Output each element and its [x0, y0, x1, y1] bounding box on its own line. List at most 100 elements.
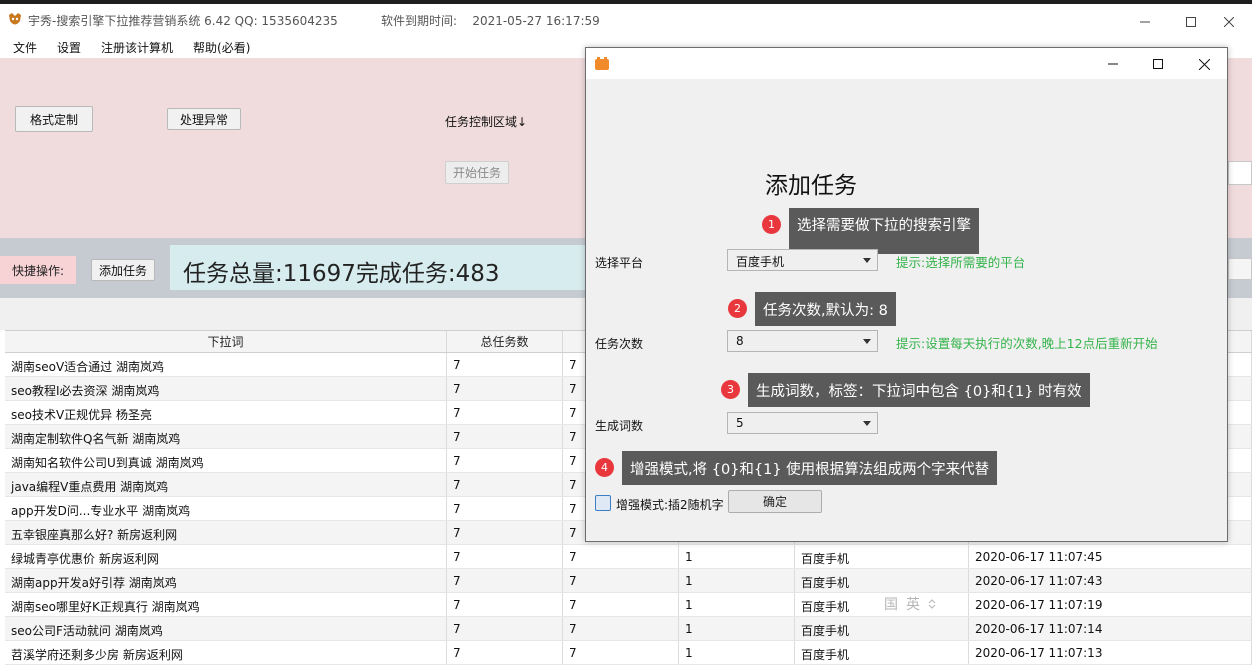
callout-2: 任务次数,默认为: 8: [755, 292, 896, 326]
table-cell: 7: [447, 449, 563, 472]
table-cell: 1: [679, 569, 795, 592]
handle-error-button[interactable]: 处理异常: [167, 108, 241, 130]
table-cell: seo公司F活动就问 湖南岚鸡: [5, 617, 447, 640]
dialog-heading: 添加任务: [765, 173, 857, 199]
table-row[interactable]: 绿城青亭优惠价 新房返利网 7 7 1 百度手机 2020-06-17 11:07:45: [5, 545, 1252, 569]
maximize-icon: [1186, 17, 1196, 27]
table-cell: 7: [447, 473, 563, 496]
side-button[interactable]: [1228, 258, 1252, 280]
callout-3: 生成词数，标签：下拉词中包含 {0}和{1} 时有效: [748, 373, 1090, 407]
add-task-dialog: 添加任务 1 选择需要做下拉的搜索引擎 选择平台 百度手机 提示:选择所需要的平…: [585, 47, 1228, 542]
column-header-total[interactable]: 总任务数: [447, 331, 563, 352]
table-cell: 1: [679, 545, 795, 568]
dropdown-arrow-icon: [863, 339, 871, 344]
expire-value: 2021-05-27 16:17:59: [472, 14, 600, 28]
table-cell: 湖南app开发a好引荐 湖南岚鸡: [5, 569, 447, 592]
table-cell: seo技术V正规优异 杨圣亮: [5, 401, 447, 424]
close-icon: [1198, 58, 1210, 70]
window-title: 宇秀-搜索引擎下拉推荐营销系统 6.42 QQ: 1535604235: [28, 14, 338, 28]
callout-number-1: 1: [762, 215, 781, 234]
dropdown-arrow-icon: [863, 421, 871, 426]
table-row[interactable]: 湖南app开发a好引荐 湖南岚鸡 7 7 1 百度手机 2020-06-17 11:07:…: [5, 569, 1252, 593]
table-cell: 百度手机: [795, 641, 969, 664]
dialog-minimize-button[interactable]: [1091, 51, 1135, 77]
dialog-titlebar: [586, 48, 1227, 79]
words-value: 5: [736, 416, 744, 430]
table-cell: 2020-06-17 11:07:19: [969, 593, 1252, 616]
table-cell: 1: [679, 641, 795, 664]
ime-indicator[interactable]: 国 英: [884, 594, 952, 614]
platform-label: 选择平台: [595, 256, 644, 270]
add-task-button[interactable]: 添加任务: [91, 259, 155, 281]
close-button[interactable]: [1206, 8, 1252, 36]
table-cell: 7: [447, 569, 563, 592]
table-row[interactable]: seo公司F活动就问 湖南岚鸡 7 7 1 百度手机 2020-06-17 11:07:1…: [5, 617, 1252, 641]
menu-register[interactable]: 注册该计算机: [88, 36, 180, 58]
callout-4: 增强模式,将 {0}和{1} 使用根据算法组成两个字来代替: [622, 451, 998, 485]
words-label: 生成词数: [595, 419, 644, 433]
count-label: 任务次数: [595, 337, 644, 351]
menu-settings[interactable]: 设置: [44, 36, 88, 58]
table-cell: app开发D问...专业水平 湖南岚鸡: [5, 497, 447, 520]
table-cell: 7: [563, 545, 679, 568]
table-cell: 7: [447, 641, 563, 664]
table-cell: 绿城青亭优惠价 新房返利网: [5, 545, 447, 568]
dialog-maximize-button[interactable]: [1136, 51, 1180, 77]
platform-select[interactable]: 百度手机: [727, 249, 878, 271]
ime-chinese: 国: [884, 597, 898, 613]
table-row[interactable]: 苕溪学府还剩多少房 新房返利网 7 7 1 百度手机 2020-06-17 11:07:1…: [5, 641, 1252, 665]
count-value: 8: [736, 334, 744, 348]
menu-help[interactable]: 帮助(必看): [180, 36, 257, 58]
menu-file[interactable]: 文件: [0, 36, 44, 58]
platform-hint: 提示:选择所需要的平台: [896, 255, 1026, 270]
count-select[interactable]: 8: [727, 330, 878, 352]
minimize-icon: [1140, 21, 1150, 23]
table-cell: 苕溪学府还剩多少房 新房返利网: [5, 641, 447, 664]
window-titlebar: 宇秀-搜索引擎下拉推荐营销系统 6.42 QQ: 1535604235 软件到期…: [0, 0, 1252, 36]
table-cell: 7: [447, 617, 563, 640]
dropdown-arrow-icon: [863, 258, 871, 263]
table-cell: 湖南seo哪里好K正规真行 湖南岚鸡: [5, 593, 447, 616]
confirm-button[interactable]: 确定: [728, 490, 822, 513]
callout-1: 选择需要做下拉的搜索引擎: [789, 208, 979, 254]
table-cell: 2020-06-17 11:07:13: [969, 641, 1252, 664]
table-cell: 7: [447, 545, 563, 568]
task-stats: 任务总量:11697完成任务:483: [170, 245, 588, 290]
start-task-button[interactable]: 开始任务: [445, 161, 509, 184]
table-cell: 7: [447, 497, 563, 520]
ime-toggle-icon: [928, 599, 936, 609]
table-cell: 7: [563, 593, 679, 616]
words-select[interactable]: 5: [727, 412, 878, 434]
table-cell: 7: [447, 401, 563, 424]
table-cell: 1: [679, 617, 795, 640]
table-cell: java编程V重点费用 湖南岚鸡: [5, 473, 447, 496]
callout-number-2: 2: [728, 299, 747, 318]
table-cell: 7: [563, 569, 679, 592]
table-cell: 2020-06-17 11:07:14: [969, 617, 1252, 640]
count-hint: 提示:设置每天执行的次数,晚上12点后重新开始: [896, 336, 1158, 351]
close-icon: [1224, 17, 1234, 27]
maximize-icon: [1153, 59, 1163, 69]
table-cell: 7: [563, 641, 679, 664]
callout-number-4: 4: [595, 458, 614, 477]
table-cell: 7: [447, 377, 563, 400]
minimize-button[interactable]: [1122, 8, 1168, 36]
platform-value: 百度手机: [736, 255, 785, 269]
table-cell: seo教程I必去资深 湖南岚鸡: [5, 377, 447, 400]
app-logo-icon: [9, 13, 21, 25]
table-cell: 2020-06-17 11:07:43: [969, 569, 1252, 592]
side-field[interactable]: [1228, 161, 1252, 185]
expire-label: 软件到期时间:: [381, 14, 458, 28]
dialog-close-button[interactable]: [1182, 51, 1226, 77]
table-cell: 五幸银座真那么好? 新房返利网: [5, 521, 447, 544]
enhance-mode-label: 增强模式:插2随机字: [616, 498, 724, 512]
enhance-mode-checkbox[interactable]: [595, 495, 611, 511]
column-header-keyword[interactable]: 下拉词: [5, 331, 447, 352]
ime-english: 英: [906, 597, 920, 613]
format-custom-button[interactable]: 格式定制: [15, 106, 93, 132]
table-row[interactable]: 湖南seo哪里好K正规真行 湖南岚鸡 7 7 1 百度手机 2020-06-17 11:0…: [5, 593, 1252, 617]
table-cell: 湖南定制软件Q名气新 湖南岚鸡: [5, 425, 447, 448]
minimize-icon: [1108, 63, 1118, 65]
table-cell: 百度手机: [795, 569, 969, 592]
table-cell: 湖南seoV适合通过 湖南岚鸡: [5, 353, 447, 376]
